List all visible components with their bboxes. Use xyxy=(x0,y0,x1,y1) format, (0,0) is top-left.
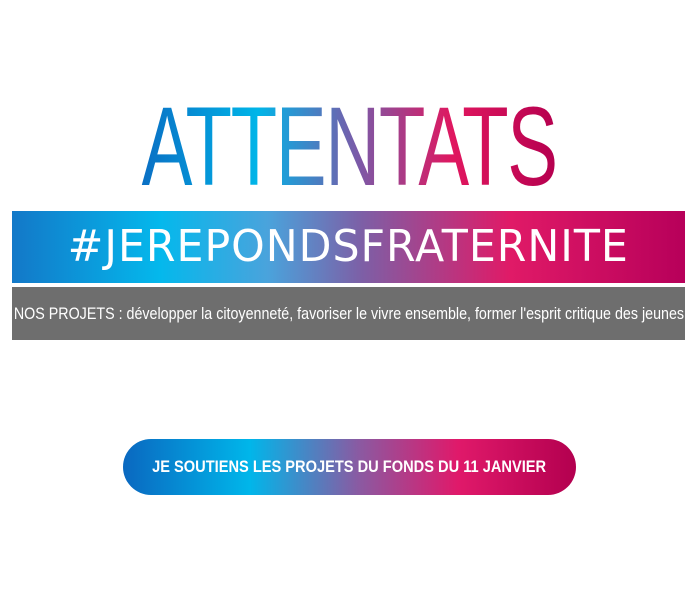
headline: ATTENTATS xyxy=(0,84,698,209)
hashtag-text: #JEREPONDSFRATERNITE xyxy=(67,221,630,272)
support-projects-button[interactable]: JE SOUTIENS LES PROJETS DU FONDS DU 11 J… xyxy=(123,439,576,495)
projects-description: NOS PROJETS : développer la citoyenneté,… xyxy=(13,303,684,323)
hashtag-banner: #JEREPONDSFRATERNITE xyxy=(12,211,685,283)
headline-title: ATTENTATS xyxy=(141,84,557,209)
projects-strip: NOS PROJETS : développer la citoyenneté,… xyxy=(12,287,685,340)
support-projects-button-label: JE SOUTIENS LES PROJETS DU FONDS DU 11 J… xyxy=(152,457,547,476)
